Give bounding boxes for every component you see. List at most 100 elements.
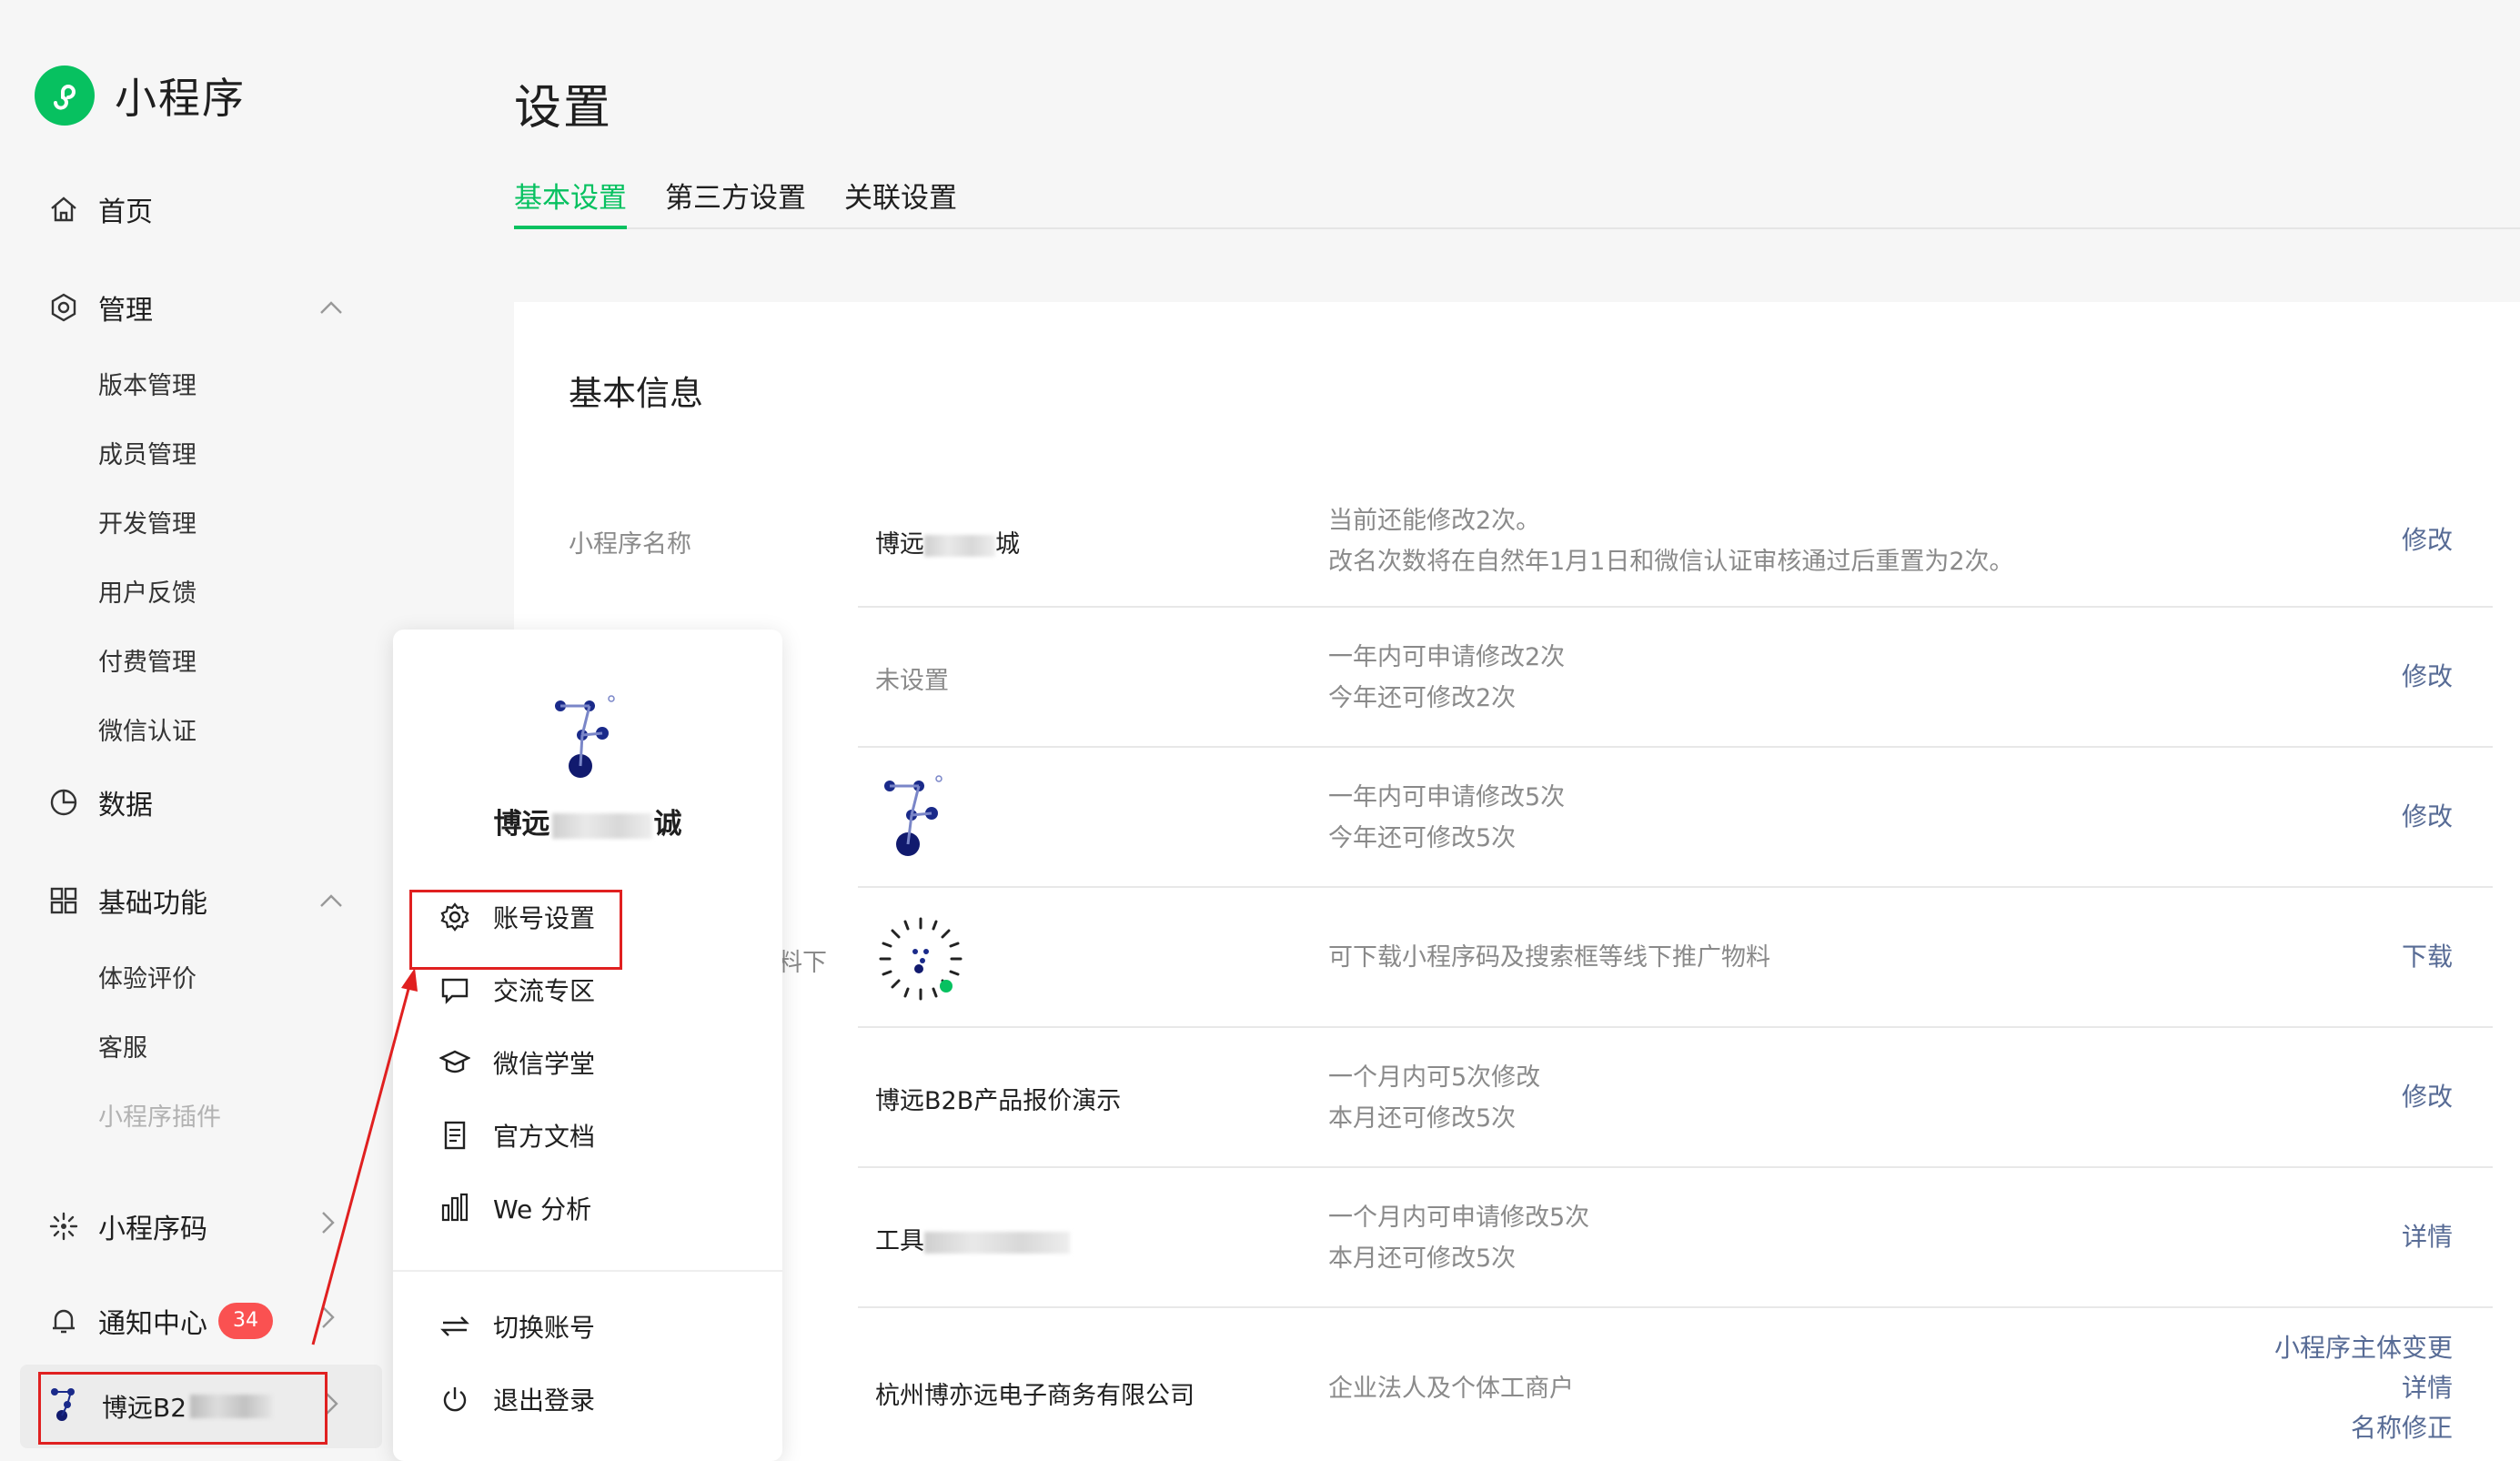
hexagon-settings-icon bbox=[45, 289, 82, 326]
desc-line: 一个月内可5次修改 bbox=[1328, 1063, 1541, 1092]
sidebar-item-label: 数据 bbox=[98, 790, 153, 821]
sidebar-sub-service[interactable]: 客服 bbox=[98, 1028, 147, 1063]
desc-line: 可下载小程序码及搜索框等线下推广物料 bbox=[1328, 943, 1770, 972]
app-root: 小程序 首页 管理 版本管理 成员管理 开发管理 用户反馈 付费管理 微信认证 bbox=[0, 0, 2520, 1461]
sidebar-sub-review[interactable]: 体验评价 bbox=[98, 959, 197, 994]
details-link[interactable]: 详情 bbox=[2402, 1217, 2453, 1257]
menu-label: 微信学堂 bbox=[493, 1049, 596, 1079]
chat-bubble-icon bbox=[437, 972, 473, 1008]
sidebar-item-label: 小程序码 bbox=[98, 1214, 207, 1245]
blurred-text bbox=[924, 1231, 1070, 1254]
menu-docs[interactable]: 官方文档 bbox=[437, 1117, 595, 1154]
row-desc: 一年内可申请修改2次 今年还可修改2次 bbox=[1328, 637, 1565, 719]
menu-label: 交流专区 bbox=[493, 976, 596, 1006]
modify-link[interactable]: 修改 bbox=[2402, 520, 2453, 560]
row-desc: 可下载小程序码及搜索框等线下推广物料 bbox=[1328, 937, 1770, 978]
desc-line: 当前还能修改2次。 bbox=[1328, 507, 1541, 535]
desc-line: 一年内可申请修改5次 bbox=[1328, 783, 1566, 811]
row-value: 未设置 bbox=[875, 667, 949, 695]
row-value: 杭州博亦远电子商务有限公司 bbox=[875, 1382, 1194, 1410]
mini-program-avatar bbox=[875, 773, 948, 867]
sidebar-sub-wechat-verify[interactable]: 微信认证 bbox=[98, 711, 197, 747]
sidebar-item-data[interactable]: 数据 bbox=[45, 782, 153, 822]
graduation-cap-icon bbox=[437, 1044, 473, 1081]
info-row-intro: 未设置 一年内可申请修改2次 今年还可修改2次 修改 bbox=[514, 608, 2520, 748]
sidebar-item-label: 基础功能 bbox=[98, 888, 207, 920]
mini-program-logo-icon bbox=[35, 65, 95, 126]
row-desc: 一个月内可申请修改5次 本月还可修改5次 bbox=[1328, 1197, 1589, 1279]
app-logo[interactable]: 小程序 bbox=[35, 65, 246, 126]
value-part: 工具 bbox=[875, 1227, 924, 1255]
modify-link[interactable]: 修改 bbox=[2402, 797, 2453, 837]
menu-wechat-academy[interactable]: 微信学堂 bbox=[437, 1044, 595, 1081]
sidebar-item-label: 管理 bbox=[98, 295, 153, 327]
row-value: 工具 bbox=[875, 1221, 1070, 1256]
name-part: 诚 bbox=[653, 808, 682, 841]
tab-related[interactable]: 关联设置 bbox=[844, 175, 957, 229]
menu-label: 官方文档 bbox=[493, 1122, 596, 1152]
sidebar-sub-version[interactable]: 版本管理 bbox=[98, 366, 197, 401]
row-value: 博远 城 bbox=[875, 524, 1020, 559]
tab-basic-settings[interactable]: 基本设置 bbox=[514, 175, 627, 229]
chevron-right-icon bbox=[318, 1210, 337, 1243]
row-desc: 企业法人及个体工商户 bbox=[1328, 1368, 1574, 1409]
modify-link[interactable]: 修改 bbox=[2402, 657, 2453, 697]
sidebar-sub-feedback[interactable]: 用户反馈 bbox=[98, 573, 197, 609]
bar-chart-icon bbox=[437, 1190, 473, 1226]
desc-line: 今年还可修改5次 bbox=[1328, 824, 1517, 852]
highlight-box-account-settings bbox=[409, 890, 622, 970]
sidebar-item-manage[interactable]: 管理 bbox=[45, 287, 355, 327]
menu-community[interactable]: 交流专区 bbox=[437, 972, 595, 1008]
row-desc: 一个月内可5次修改 本月还可修改5次 bbox=[1328, 1057, 1540, 1139]
modify-link[interactable]: 修改 bbox=[2402, 1077, 2453, 1117]
highlight-box-account bbox=[38, 1372, 328, 1445]
blurred-text bbox=[924, 534, 995, 557]
info-row-name: 小程序名称 博远 城 当前还能修改2次。 改名次数将在自然年1月1日和微信认证审核… bbox=[514, 484, 2520, 608]
sidebar-item-qrcode[interactable]: 小程序码 bbox=[45, 1206, 355, 1246]
sidebar: 小程序 首页 管理 版本管理 成员管理 开发管理 用户反馈 付费管理 微信认证 bbox=[0, 0, 391, 1461]
grid-apps-icon bbox=[45, 882, 82, 919]
menu-label: We 分析 bbox=[493, 1194, 592, 1224]
tab-third-party[interactable]: 第三方设置 bbox=[665, 175, 806, 229]
desc-line: 本月还可修改5次 bbox=[1328, 1244, 1517, 1273]
sidebar-item-home[interactable]: 首页 bbox=[45, 189, 153, 229]
account-popup-menu: 博远诚 账号设置 交流专区 微信学堂 官方文档 We 分析 切换账号 退出登录 bbox=[393, 630, 782, 1461]
value-part: 城 bbox=[995, 530, 1020, 559]
row-label-partial: 料下 bbox=[778, 949, 827, 977]
sidebar-sub-dev[interactable]: 开发管理 bbox=[98, 504, 197, 539]
divider bbox=[393, 1270, 782, 1272]
sidebar-sub-payment[interactable]: 付费管理 bbox=[98, 642, 197, 678]
chevron-up-icon[interactable] bbox=[318, 292, 344, 324]
document-icon bbox=[437, 1117, 473, 1154]
sidebar-sub-members[interactable]: 成员管理 bbox=[98, 435, 197, 470]
desc-line: 本月还可修改5次 bbox=[1328, 1104, 1517, 1133]
bell-icon bbox=[45, 1303, 82, 1339]
blurred-text bbox=[551, 812, 652, 839]
sidebar-item-label: 通知中心 bbox=[98, 1308, 207, 1340]
entity-actions: 小程序主体变更 详情 名称修正 bbox=[2274, 1328, 2453, 1448]
menu-label: 退出登录 bbox=[493, 1385, 596, 1416]
entity-change-link[interactable]: 小程序主体变更 bbox=[2274, 1328, 2453, 1368]
sidebar-item-basic[interactable]: 基础功能 bbox=[45, 881, 355, 921]
menu-switch-account[interactable]: 切换账号 bbox=[437, 1308, 595, 1345]
name-correction-link[interactable]: 名称修正 bbox=[2274, 1408, 2453, 1448]
app-name: 小程序 bbox=[115, 74, 246, 123]
download-link[interactable]: 下载 bbox=[2402, 937, 2453, 977]
mini-program-code bbox=[875, 913, 966, 1011]
row-desc: 一年内可申请修改5次 今年还可修改5次 bbox=[1328, 777, 1565, 859]
power-icon bbox=[437, 1381, 473, 1417]
sidebar-item-notify[interactable]: 通知中心 34 bbox=[45, 1301, 355, 1341]
desc-line: 一个月内可申请修改5次 bbox=[1328, 1204, 1590, 1232]
notification-badge: 34 bbox=[218, 1303, 273, 1339]
desc-line: 改名次数将在自然年1月1日和微信认证审核通过后重置为2次。 bbox=[1328, 548, 2014, 576]
home-icon bbox=[45, 191, 82, 227]
sidebar-item-label: 首页 bbox=[98, 196, 153, 228]
settings-tabs: 基本设置 第三方设置 关联设置 bbox=[514, 175, 2520, 229]
menu-logout[interactable]: 退出登录 bbox=[437, 1381, 595, 1417]
menu-we-analytics[interactable]: We 分析 bbox=[437, 1190, 591, 1226]
menu-label: 切换账号 bbox=[493, 1313, 596, 1343]
desc-line: 一年内可申请修改2次 bbox=[1328, 643, 1566, 671]
popup-account-name: 博远 诚 bbox=[393, 801, 782, 841]
details-link[interactable]: 详情 bbox=[2274, 1368, 2453, 1408]
chevron-up-icon[interactable] bbox=[318, 885, 344, 917]
